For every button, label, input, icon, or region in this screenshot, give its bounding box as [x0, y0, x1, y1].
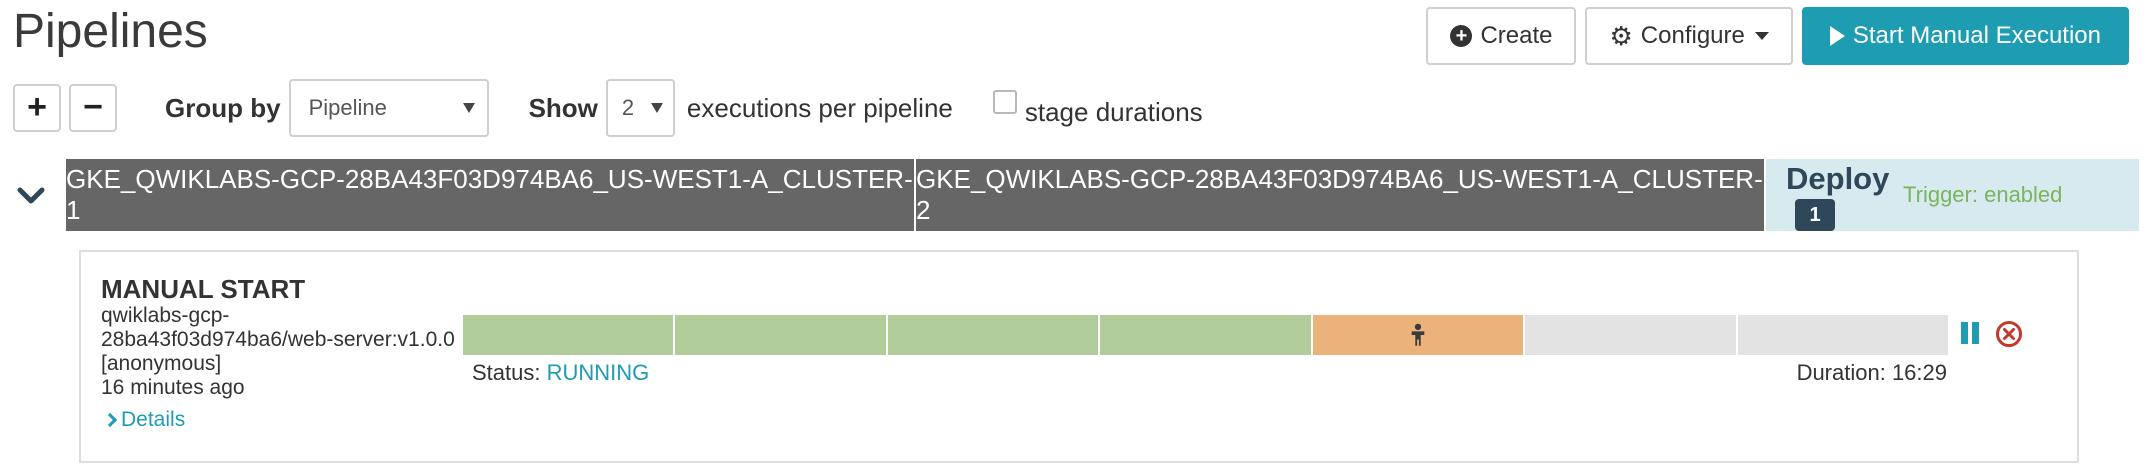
group-by-label: Group by	[165, 92, 281, 123]
chevron-right-icon	[102, 412, 118, 428]
stage-segment-not-started[interactable]	[1525, 315, 1736, 355]
stage-segment-succeeded[interactable]	[675, 315, 886, 355]
group-by-select[interactable]: Pipeline	[288, 79, 489, 137]
stage-durations-label: stage durations	[1024, 96, 1203, 127]
pipeline-name[interactable]: Deploy	[1786, 161, 1889, 197]
start-manual-execution-button[interactable]: Start Manual Execution	[1801, 7, 2129, 65]
collapse-group-chevron-icon[interactable]	[16, 180, 46, 210]
collapse-all-button[interactable]: −	[69, 84, 117, 132]
pipeline-header-deploy[interactable]: Deploy 1 Trigger: enabled	[1766, 159, 2139, 231]
trigger-status: Trigger: enabled	[1903, 182, 2063, 207]
show-count-value: 2	[621, 95, 635, 120]
play-icon	[1829, 26, 1845, 46]
person-icon	[1411, 323, 1425, 346]
create-button-label: Create	[1480, 22, 1553, 49]
cluster-header-2[interactable]: GKE_QWIKLABS-GCP-28BA43F03D974BA6_US-WES…	[916, 159, 1764, 231]
plus-circle-icon: +	[1450, 25, 1473, 47]
plus-icon: +	[27, 88, 47, 126]
execution-status: Status: RUNNING	[472, 360, 649, 386]
executions-per-pipeline-text: executions per pipeline	[686, 92, 953, 123]
page-title: Pipelines	[13, 5, 208, 58]
dropdown-arrow-icon	[650, 103, 663, 113]
start-manual-execution-label: Start Manual Execution	[1852, 22, 2101, 49]
configure-button[interactable]: ⚙ Configure	[1585, 7, 1793, 65]
expand-all-button[interactable]: +	[13, 84, 61, 132]
gear-icon: ⚙	[1609, 20, 1633, 51]
pause-icon[interactable]	[1961, 322, 1983, 348]
execution-user: [anonymous]	[101, 352, 222, 375]
execution-meta: qwiklabs-gcp-28ba43f03d974ba6/web-server…	[101, 304, 461, 400]
stage-durations-checkbox[interactable]	[992, 90, 1017, 114]
configure-button-label: Configure	[1640, 22, 1745, 49]
show-label: Show	[528, 92, 598, 123]
stage-segment-not-started[interactable]	[1737, 315, 1948, 355]
create-button[interactable]: + Create	[1426, 7, 1577, 65]
minus-icon: −	[83, 88, 103, 126]
details-link-label: Details	[121, 408, 186, 431]
stage-segment-succeeded[interactable]	[1100, 315, 1311, 355]
execution-duration: Duration: 16:29	[1796, 360, 1947, 385]
status-value: RUNNING	[546, 360, 650, 385]
group-by-value: Pipeline	[308, 95, 387, 120]
details-link[interactable]: Details	[102, 408, 186, 432]
top-actions: + Create ⚙ Configure Start Manual Execut…	[1426, 7, 2129, 65]
execution-title: MANUAL START	[101, 274, 306, 304]
stage-progress-bar	[463, 315, 1948, 355]
execution-artifact: qwiklabs-gcp-28ba43f03d974ba6/web-server…	[101, 304, 455, 351]
status-label: Status:	[472, 360, 541, 385]
cluster-header-1[interactable]: GKE_QWIKLABS-GCP-28BA43F03D974BA6_US-WES…	[66, 159, 914, 231]
execution-count-badge: 1	[1795, 199, 1835, 231]
execution-time-ago: 16 minutes ago	[101, 376, 245, 399]
stage-segment-running[interactable]	[1312, 315, 1524, 355]
dropdown-arrow-icon	[462, 103, 475, 113]
pipeline-controls: + − Group by Pipeline Show 2 executions …	[13, 79, 1203, 137]
stage-segment-succeeded[interactable]	[463, 315, 674, 355]
execution-card: MANUAL START qwiklabs-gcp-28ba43f03d974b…	[79, 250, 2079, 463]
caret-down-icon	[1754, 32, 1769, 40]
stage-segment-succeeded[interactable]	[887, 315, 1099, 355]
cancel-execution-icon[interactable]	[1995, 320, 2023, 348]
show-count-select[interactable]: 2	[605, 79, 675, 137]
